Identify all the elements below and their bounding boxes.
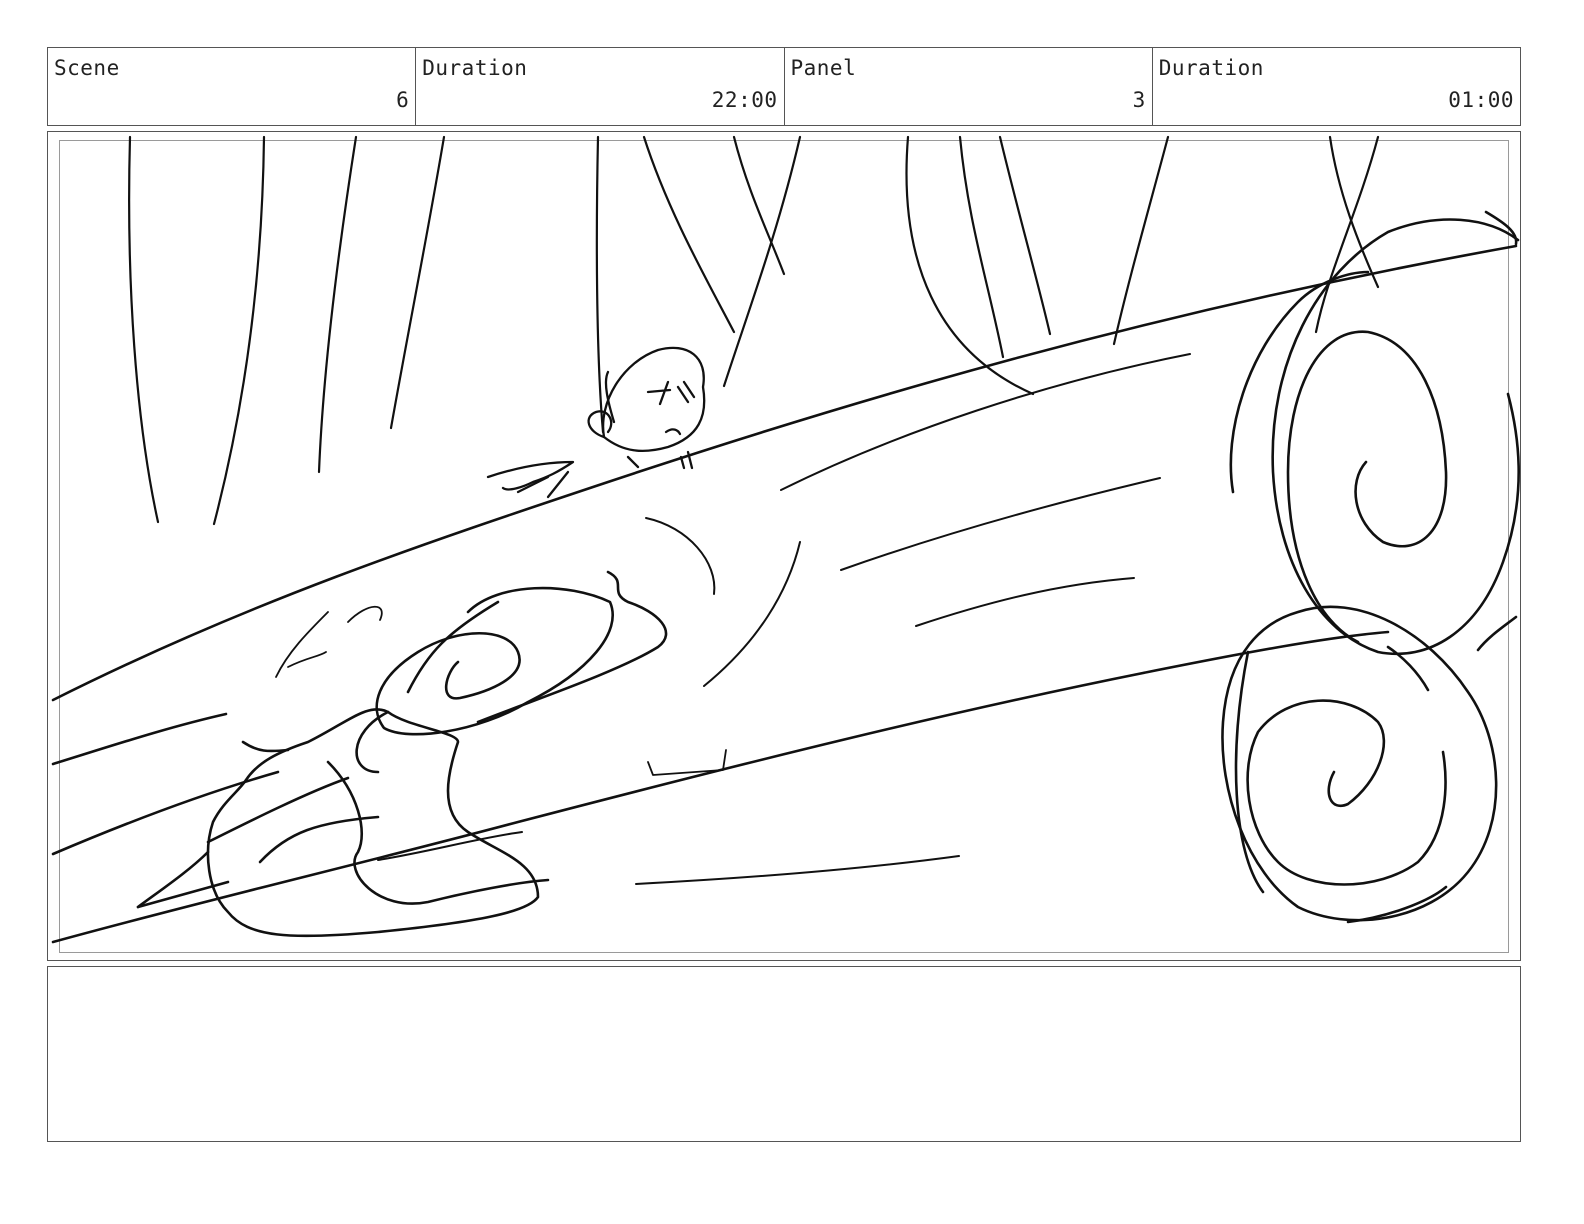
panel-label: Panel: [790, 56, 857, 80]
scene-duration-label: Duration: [422, 56, 528, 80]
scene-cell: Scene 6: [48, 48, 417, 125]
panel-header: Scene 6 Duration 22:00 Panel 3 Duration …: [47, 47, 1521, 126]
sketch-drawing: [51, 135, 1520, 944]
panel-duration-label: Duration: [1158, 56, 1264, 80]
knot-swirls: [355, 570, 668, 774]
scene-duration-value: 22:00: [711, 88, 778, 112]
panel-value: 3: [1132, 88, 1146, 112]
scene-label: Scene: [54, 56, 120, 80]
bark-lines: [377, 353, 1191, 885]
background-trees: [128, 135, 1380, 526]
scene-value: 6: [396, 88, 410, 112]
panel-cell: Panel 3: [785, 48, 1153, 125]
stump-details: [275, 605, 727, 776]
notes-box[interactable]: [47, 966, 1521, 1142]
storyboard-frame: [47, 131, 1521, 961]
scene-duration-cell: Duration 22:00: [416, 48, 785, 125]
panel-duration-cell: Duration 01:00: [1153, 48, 1520, 125]
right-spirals: [1221, 210, 1520, 924]
log-outline: [51, 244, 1518, 944]
stump: [136, 708, 550, 938]
panel-duration-value: 01:00: [1448, 88, 1514, 112]
character: [486, 346, 706, 499]
